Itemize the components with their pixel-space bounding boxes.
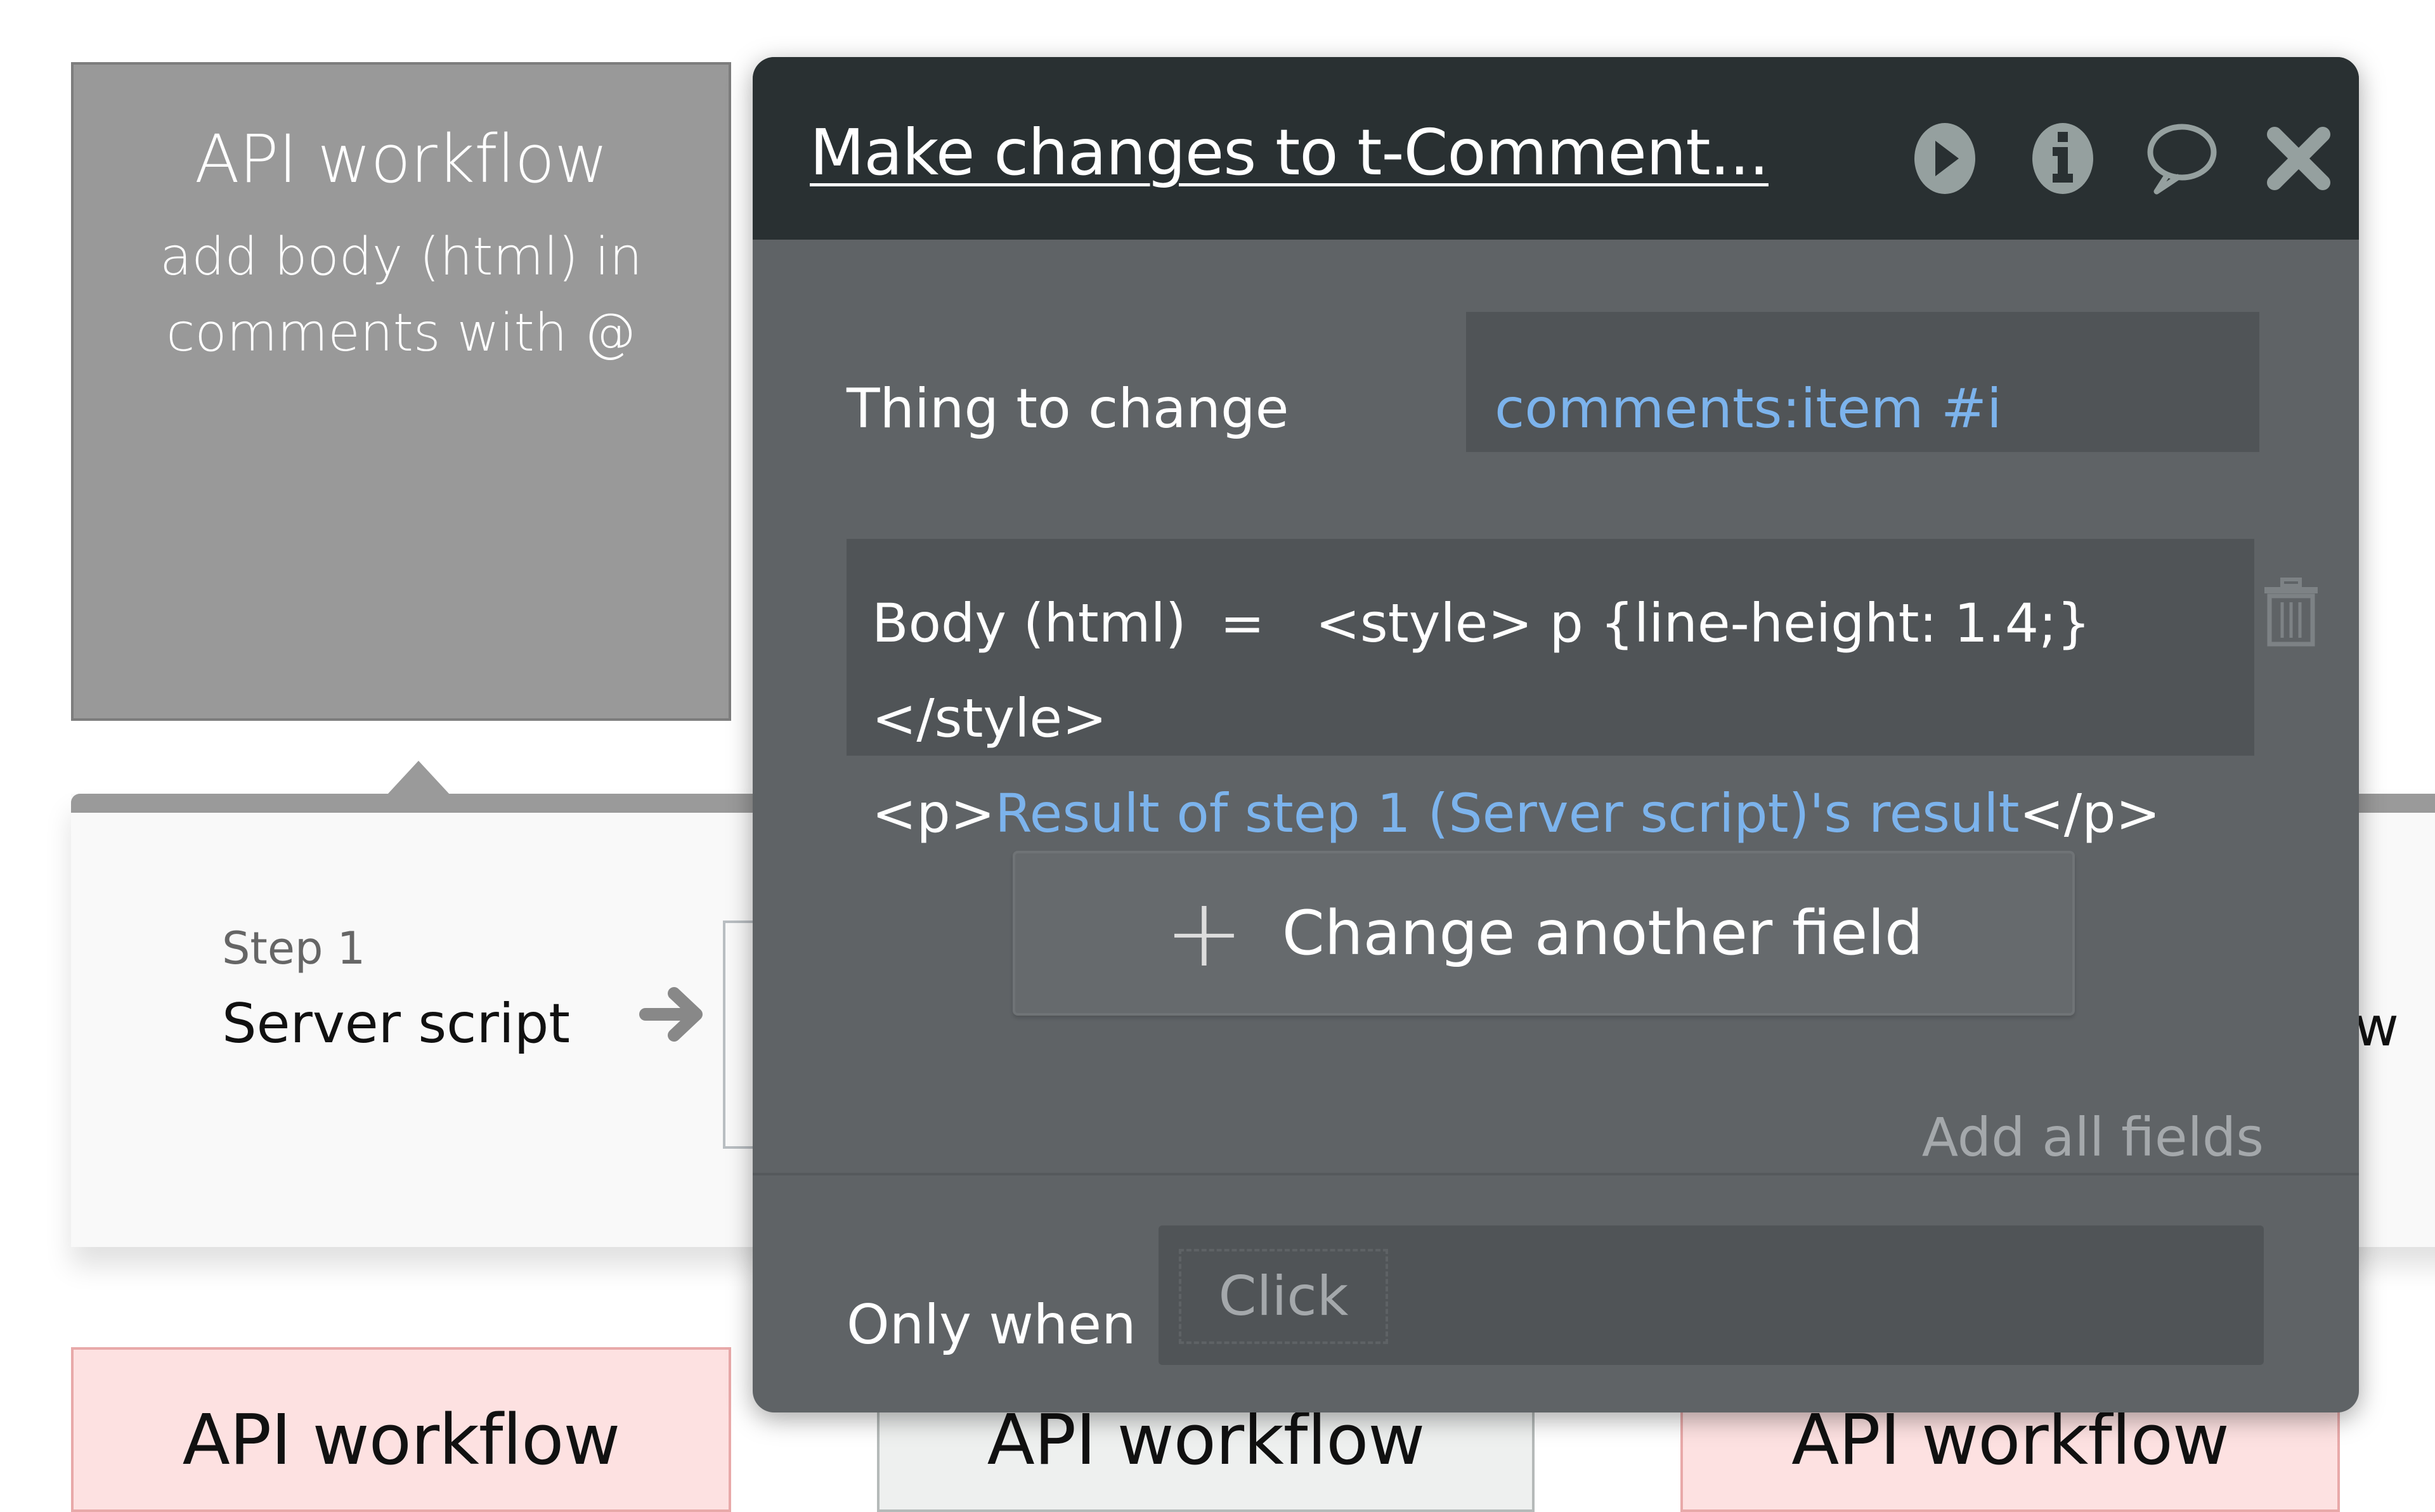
trash-icon[interactable] [2259,577,2323,647]
play-icon[interactable] [1907,120,1983,197]
dynamic-expression[interactable]: Result of step 1 (Server script)'s resul… [995,782,2019,844]
action-editor-popup: Make changes to t-Comment... Thing to ch… [753,57,2359,1412]
only-when-placeholder[interactable]: Click [1179,1249,1388,1344]
comment-icon[interactable] [2143,120,2219,197]
workflow-title: API workflow [194,120,608,198]
only-when-label: Only when [847,1293,1136,1357]
plus-icon: + [1164,878,1244,988]
static-value: </p> [2019,782,2160,844]
panel-pointer [387,761,450,795]
thing-to-change-label: Thing to change [847,377,1289,441]
info-icon[interactable] [2025,120,2101,197]
add-all-fields-link[interactable]: Add all fields [1922,1106,2264,1168]
section-divider [753,1173,2359,1175]
action-title-link[interactable]: Make changes to t-Comment... [810,115,1769,190]
api-workflow-card[interactable]: API workflow add body (html) in comments… [71,62,731,721]
static-value: <p> [872,782,996,844]
field-assignment-body-html[interactable]: Body (html) = <style> p {line-height: 1.… [847,539,2254,844]
step-name[interactable]: Server script [222,992,570,1056]
field-name: Body (html) [872,592,1186,654]
api-workflow-card[interactable]: API workflow [71,1347,731,1512]
workflow-description: add body (html) in comments with @ [160,227,642,363]
operator: = [1220,592,1265,654]
change-another-field-label: Change another field [1282,898,1923,969]
change-another-field-button[interactable]: + Change another field [1013,851,2075,1016]
popup-header: Make changes to t-Comment... [753,57,2359,240]
close-icon[interactable] [2261,120,2337,197]
arrow-right-icon [639,987,703,1042]
thing-to-change-value[interactable]: comments:item #i [1495,377,2002,441]
step-number[interactable]: Step 1 [222,922,365,974]
